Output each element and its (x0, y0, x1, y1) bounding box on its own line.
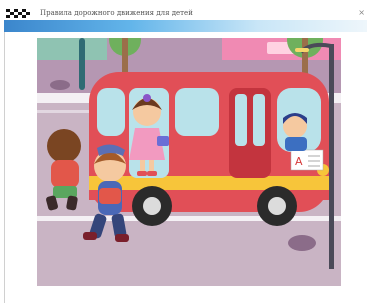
checkered-logo-icon (6, 9, 30, 18)
lamp-post (329, 44, 334, 269)
bus-sign-letter: A (295, 155, 303, 168)
window-title: Правила дорожного движения для детей (40, 9, 193, 17)
manhole (288, 235, 316, 251)
close-button[interactable]: × (358, 8, 365, 17)
manhole (50, 80, 70, 90)
bus-driver (283, 113, 307, 151)
window-titlebar: Правила дорожного движения для детей × (0, 0, 367, 22)
title-gradient-bar (4, 20, 367, 32)
bus-stop-illustration: A (37, 38, 341, 286)
bollard (79, 38, 85, 90)
